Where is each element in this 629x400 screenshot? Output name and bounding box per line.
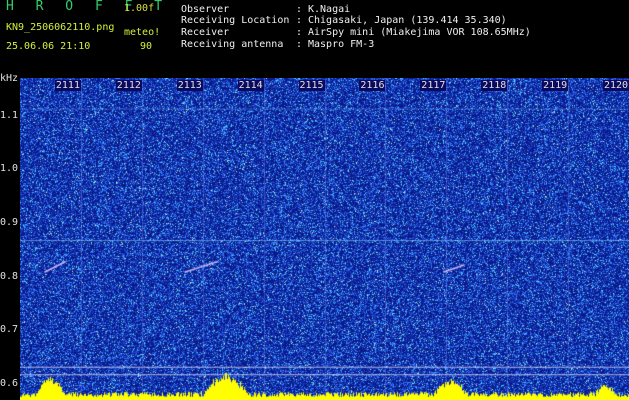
filename-label: KN9_2506062110.png [6,22,115,33]
info-sep: : [296,39,303,50]
y-axis-label: kHz [0,73,19,84]
spectrogram-canvas [20,78,629,400]
info-label-receiver: Receiver [181,27,230,38]
x-tick-label: 2111 [54,80,81,91]
x-tick-label: 2117 [420,80,447,91]
y-tick-label: 0.9 [0,216,19,228]
station-label: meteo! [124,27,161,38]
y-tick-label: 0.6 [0,377,19,389]
y-tick-label: 1.0 [0,163,19,175]
x-tick-label: 2116 [359,80,386,91]
y-tick-label: 0.7 [0,324,19,336]
info-label-antenna: Receiving antenna [181,39,284,50]
info-value-receiver: AirSpy mini (Miakejima VOR 108.65MHz) [308,27,531,38]
count-label: 90 [140,41,153,52]
x-tick-label: 2114 [237,80,264,91]
header: H R O F F T 1.00f KN9_2506062110.png met… [0,0,629,78]
y-tick-label: 0.8 [0,270,19,282]
spectrogram-plot [20,78,629,400]
info-sep: : [296,15,303,26]
x-tick-label: 2119 [542,80,569,91]
version-label: 1.00f [124,3,155,14]
info-sep: : [296,27,303,38]
x-tick-label: 2113 [176,80,203,91]
x-tick-label: 2112 [115,80,142,91]
info-value-antenna: Maspro FM-3 [308,39,375,50]
x-tick-label: 2120 [603,80,629,91]
info-label-location: Receiving Location [181,15,290,26]
y-tick-label: 1.1 [0,109,19,121]
datetime-label: 25.06.06 21:10 [6,41,91,52]
x-tick-label: 2118 [481,80,508,91]
x-tick-label: 2115 [298,80,325,91]
info-value-location: Chigasaki, Japan (139.414 35.340) [308,15,507,26]
